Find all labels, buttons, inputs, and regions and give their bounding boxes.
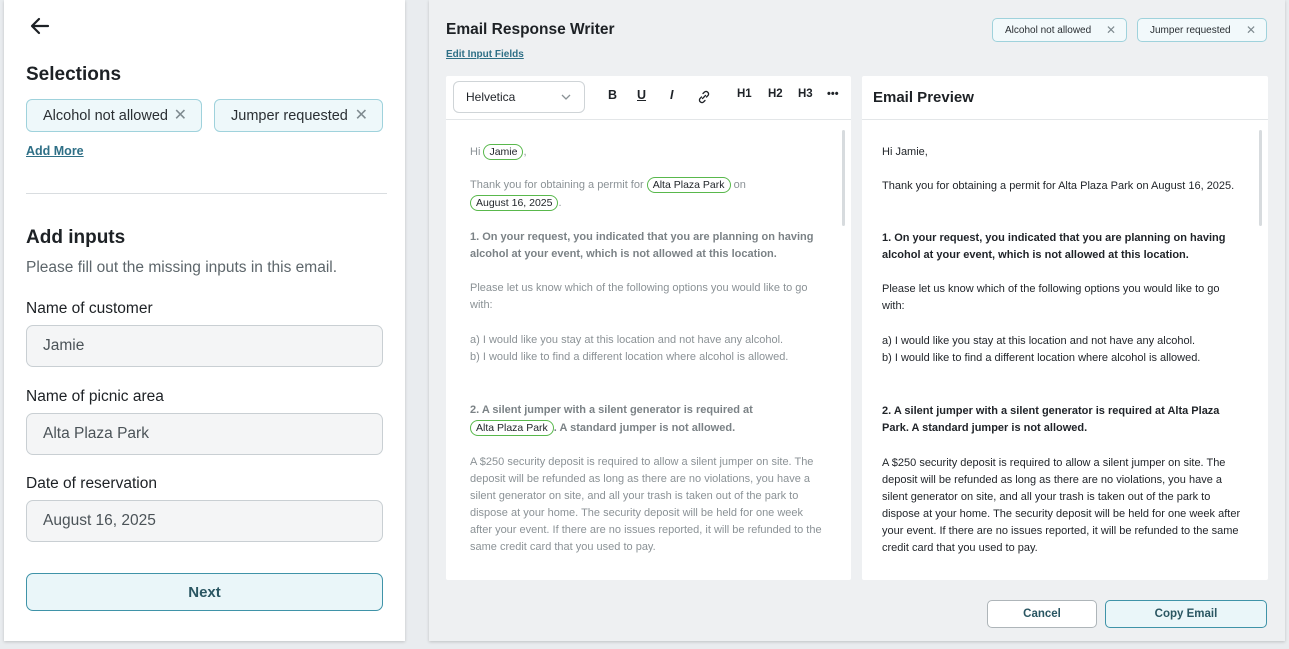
inputs-panel: Selections Alcohol not allowed ✕ Jumper … — [4, 0, 405, 641]
tag-chip[interactable]: Jumper requested ✕ — [1137, 18, 1267, 42]
tag-chip-label: Alcohol not allowed — [1005, 24, 1092, 36]
email-writer-panel: Email Response Writer Edit Input Fields … — [429, 0, 1285, 641]
email-preview: Email Preview Hi Jamie, Thank you for ob… — [862, 76, 1268, 580]
bold-button[interactable]: B — [608, 88, 617, 102]
thanks-text: Thank you for obtaining a permit for — [470, 179, 644, 191]
preview-option-b: b) I would like to find a different loca… — [882, 352, 1201, 364]
editor-greeting: Hi Jamie, — [470, 144, 825, 161]
preview-deposit: A $250 security deposit is required to a… — [882, 457, 1241, 554]
edit-input-fields-link[interactable]: Edit Input Fields — [446, 49, 524, 60]
preview-heading: Email Preview — [873, 89, 974, 106]
picnic-area-token[interactable]: Alta Plaza Park — [646, 177, 731, 193]
editor-section-1-ask: Please let us know which of the followin… — [470, 282, 808, 311]
tag-chip-label: Jumper requested — [1150, 24, 1231, 36]
customer-name-input[interactable]: Jamie — [26, 325, 383, 367]
picnic-area-token[interactable]: Alta Plaza Park — [470, 420, 554, 436]
editor-deposit: A $250 security deposit is required to a… — [470, 456, 822, 553]
editor-thanks: Thank you for obtaining a permit for Alt… — [470, 176, 825, 212]
editor-section-1: 1. On your request, you indicated that y… — [470, 231, 814, 260]
thanks-text: on — [733, 179, 746, 191]
next-button[interactable]: Next — [26, 573, 383, 611]
preview-body: Hi Jamie, Thank you for obtaining a perm… — [862, 120, 1268, 580]
cancel-button[interactable]: Cancel — [987, 600, 1097, 628]
copy-email-button[interactable]: Copy Email — [1105, 600, 1267, 628]
arrow-left-icon[interactable] — [28, 14, 52, 38]
close-icon[interactable]: ✕ — [1246, 23, 1256, 37]
tag-chip[interactable]: Alcohol not allowed ✕ — [992, 18, 1127, 42]
chevron-down-icon — [561, 94, 571, 100]
preview-section-2: 2. A silent jumper with a silent generat… — [882, 405, 1220, 434]
heading2-button[interactable]: H2 — [768, 88, 783, 100]
editor-body[interactable]: Hi Jamie, Thank you for obtaining a perm… — [446, 120, 851, 580]
italic-button[interactable]: I — [670, 88, 673, 102]
add-inputs-subtitle: Please fill out the missing inputs in th… — [26, 259, 338, 276]
divider — [26, 193, 387, 194]
scrollbar[interactable] — [842, 130, 845, 226]
close-icon[interactable]: ✕ — [1106, 23, 1116, 37]
reservation-date-token[interactable]: August 16, 2025 — [470, 195, 559, 211]
selection-chip[interactable]: Jumper requested ✕ — [214, 99, 383, 132]
add-more-link[interactable]: Add More — [26, 144, 84, 158]
selection-chip[interactable]: Alcohol not allowed ✕ — [26, 99, 202, 132]
underline-button[interactable]: U — [637, 88, 646, 102]
editor-toolbar: Helvetica B U I H1 H2 H3 ••• — [446, 76, 851, 120]
selection-chip-label: Jumper requested — [231, 107, 348, 124]
scrollbar[interactable] — [1259, 130, 1262, 226]
reservation-date-label: Date of reservation — [26, 475, 157, 492]
preview-greeting: Hi Jamie, — [882, 146, 928, 158]
selection-chip-label: Alcohol not allowed — [43, 107, 168, 124]
heading1-button[interactable]: H1 — [737, 88, 752, 100]
font-select-value: Helvetica — [466, 90, 516, 104]
selections-heading: Selections — [26, 64, 122, 85]
section-2-text: 2. A silent jumper with a silent generat… — [470, 404, 753, 416]
section-2-text: . A standard jumper is not allowed. — [553, 422, 736, 434]
more-options-button[interactable]: ••• — [827, 88, 839, 100]
email-editor: Helvetica B U I H1 H2 H3 ••• Hi Jamie, T… — [446, 76, 851, 580]
greeting-text: Hi — [470, 146, 481, 158]
heading3-button[interactable]: H3 — [798, 88, 813, 100]
editor-section-2: 2. A silent jumper with a silent generat… — [470, 401, 825, 437]
greeting-punct: , — [523, 146, 527, 158]
picnic-area-label: Name of picnic area — [26, 388, 164, 405]
reservation-date-input[interactable]: August 16, 2025 — [26, 500, 383, 542]
add-inputs-heading: Add inputs — [26, 227, 126, 248]
customer-name-label: Name of customer — [26, 300, 153, 317]
editor-option-b: b) I would like to find a different loca… — [470, 351, 789, 363]
preview-section-1: 1. On your request, you indicated that y… — [882, 232, 1226, 261]
preview-section-1-ask: Please let us know which of the followin… — [882, 283, 1220, 312]
preview-thanks: Thank you for obtaining a permit for Alt… — [882, 180, 1235, 192]
editor-option-a: a) I would like you stay at this locatio… — [470, 334, 784, 346]
thanks-punct: . — [558, 197, 562, 209]
customer-name-token[interactable]: Jamie — [483, 144, 524, 160]
font-select[interactable]: Helvetica — [453, 81, 585, 113]
page-title: Email Response Writer — [446, 21, 615, 38]
preview-option-a: a) I would like you stay at this locatio… — [882, 335, 1196, 347]
picnic-area-input[interactable]: Alta Plaza Park — [26, 413, 383, 455]
close-icon[interactable]: ✕ — [174, 107, 187, 124]
close-icon[interactable]: ✕ — [355, 107, 368, 124]
preview-header: Email Preview — [862, 76, 1268, 120]
link-icon[interactable] — [696, 89, 712, 105]
